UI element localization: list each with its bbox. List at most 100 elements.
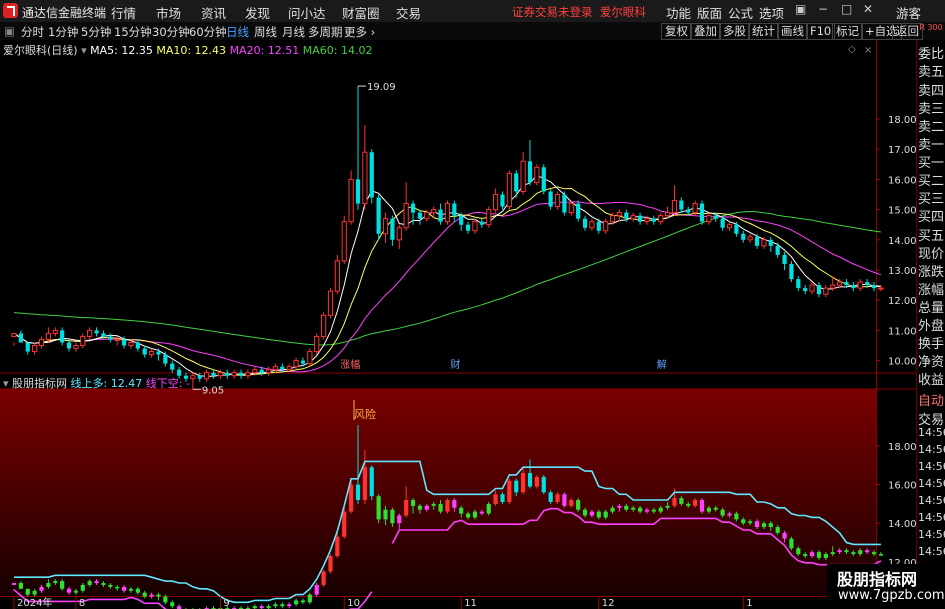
side-panel-item[interactable]: 14:56 (918, 477, 945, 490)
menu-jiaoyi[interactable]: 交易 (396, 3, 421, 22)
candle-body-up (830, 284, 836, 289)
candle-body-down (775, 245, 780, 255)
period-15min[interactable]: 15分钟 (114, 24, 152, 40)
candle-body-up (837, 281, 843, 286)
side-panel-item[interactable]: 14:56 (918, 528, 945, 541)
side-panel-item[interactable]: 14:56 (918, 426, 945, 439)
minimize-icon[interactable]: − (818, 2, 828, 16)
indicator-bar (727, 513, 732, 516)
candle-body-up (128, 341, 134, 347)
candle-body-up (761, 239, 767, 247)
candle-body-up (204, 372, 210, 380)
menu-gongshi[interactable]: 公式 (728, 3, 753, 22)
indicator-bar (569, 500, 574, 506)
indicator-bar (562, 494, 567, 506)
indicator-bar (507, 480, 512, 502)
close-icon[interactable]: ✕ (863, 2, 873, 16)
indicator-bar (307, 594, 312, 603)
fuquan-button[interactable]: 复权 (661, 23, 692, 40)
period-1min[interactable]: 1分钟 (48, 24, 78, 40)
trade-login-notice[interactable]: 证券交易未登录 爱尔眼科 (512, 4, 646, 20)
side-panel-item[interactable]: 自动 (918, 390, 944, 409)
candle-body-up (293, 360, 299, 368)
menu-wenxiaoda[interactable]: 问小达 (288, 3, 326, 22)
indicator-bar (803, 554, 808, 557)
indicator-bar (314, 584, 319, 595)
candle-body-down (637, 215, 643, 222)
indicator-bar (417, 505, 423, 510)
candle-body-down (651, 218, 656, 222)
overlay-button[interactable]: 叠加 (690, 23, 721, 40)
candle-body-down (135, 342, 140, 349)
candle-body-down (459, 215, 464, 225)
candle-body-up (568, 203, 574, 214)
pane-diamond-icon[interactable]: ◇ (848, 44, 856, 55)
menu-gongneng[interactable]: 功能 (666, 3, 691, 22)
candle-body-up (534, 166, 540, 183)
xtick-label: 11 (464, 598, 477, 609)
period-5min[interactable]: 5分钟 (81, 24, 111, 40)
multistock-button[interactable]: 多股 (719, 23, 750, 40)
candle-body-down (156, 351, 161, 355)
indicator-bar (66, 588, 72, 593)
indicator-yaxis: 12.0014.0016.0018.00 (876, 442, 916, 569)
stats-button[interactable]: 统计 (748, 23, 779, 40)
period-multi[interactable]: 多周期 (308, 24, 343, 40)
candle-body-down (562, 194, 567, 213)
candle-body-down (514, 173, 519, 192)
period-weekly[interactable]: 周线 (254, 24, 277, 40)
period-60min[interactable]: 60分钟 (189, 24, 227, 40)
indicator-bar (844, 550, 849, 553)
maximize-icon[interactable]: □ (841, 2, 852, 16)
menu-shichang[interactable]: 市场 (156, 3, 181, 22)
menu-caifuquan[interactable]: 财富圈 (342, 3, 380, 22)
candle-body-up (217, 372, 224, 377)
period-more[interactable]: 更多 › (344, 24, 375, 40)
event-marker: 解 (657, 358, 667, 371)
menu-zixun[interactable]: 资讯 (201, 3, 226, 22)
candle-body-up (554, 194, 561, 208)
period-daily[interactable]: 日线 (226, 24, 249, 40)
mark-button[interactable]: 标记 (832, 23, 863, 40)
menu-banmian[interactable]: 版面 (697, 3, 722, 22)
side-panel-item[interactable]: 14:56 (918, 460, 945, 473)
indicator-bar (500, 494, 505, 502)
side-panel-item[interactable]: 14:56 (918, 494, 945, 507)
indicator-bar (665, 505, 670, 508)
skin-icon[interactable]: ▣ (795, 2, 806, 16)
pane-close-icon[interactable]: × (864, 45, 872, 56)
indicator-bar (445, 500, 450, 512)
legend-toggle-icon[interactable]: ▾ (81, 44, 87, 57)
side-panel-item[interactable]: 14:56 (918, 511, 945, 524)
candle-body-up (348, 178, 354, 223)
menu-hangqing[interactable]: 行情 (111, 3, 136, 22)
menu-xuanxiang[interactable]: 选项 (759, 3, 784, 22)
period-monthly[interactable]: 月线 (282, 24, 305, 40)
indicator-toggle-icon[interactable]: ▾ (3, 377, 9, 390)
side-panel-item: 卖三 (918, 102, 945, 117)
candle-body-down (713, 215, 718, 219)
indicator-bar (452, 500, 457, 508)
candle-body-up (424, 212, 430, 220)
candle-body-up (706, 215, 712, 223)
candle-body-down (816, 285, 822, 295)
indicator-bar (809, 552, 815, 557)
candle-body-down (211, 372, 216, 376)
ma5-label: MA5: 12.35 (90, 44, 153, 57)
guest-button[interactable]: 游客 (896, 3, 921, 22)
indicator-bar (342, 511, 347, 537)
indicator-bar (479, 511, 484, 514)
side-panel-item: 委比 (918, 47, 945, 62)
indicator-bar (754, 521, 760, 528)
candle-body-up (506, 172, 512, 208)
kline-chart[interactable]: 10.00 11.00 12.00 13.00 14.00 15.00 16.00 17.00… (0, 40, 916, 609)
draw-button[interactable]: 画线 (777, 23, 808, 40)
f10-button[interactable]: F10 (806, 23, 836, 40)
side-panel-item[interactable]: 14:56 (918, 443, 945, 456)
main-ytick-label: 10.00 (888, 357, 916, 368)
menu-faxian[interactable]: 发现 (245, 3, 270, 22)
side-panel-item[interactable]: 14:56 (918, 545, 945, 558)
period-30min[interactable]: 30分钟 (152, 24, 190, 40)
period-fenshi[interactable]: 分时 (21, 24, 44, 40)
toolbar-expand-icon[interactable]: ▣ (4, 24, 15, 38)
